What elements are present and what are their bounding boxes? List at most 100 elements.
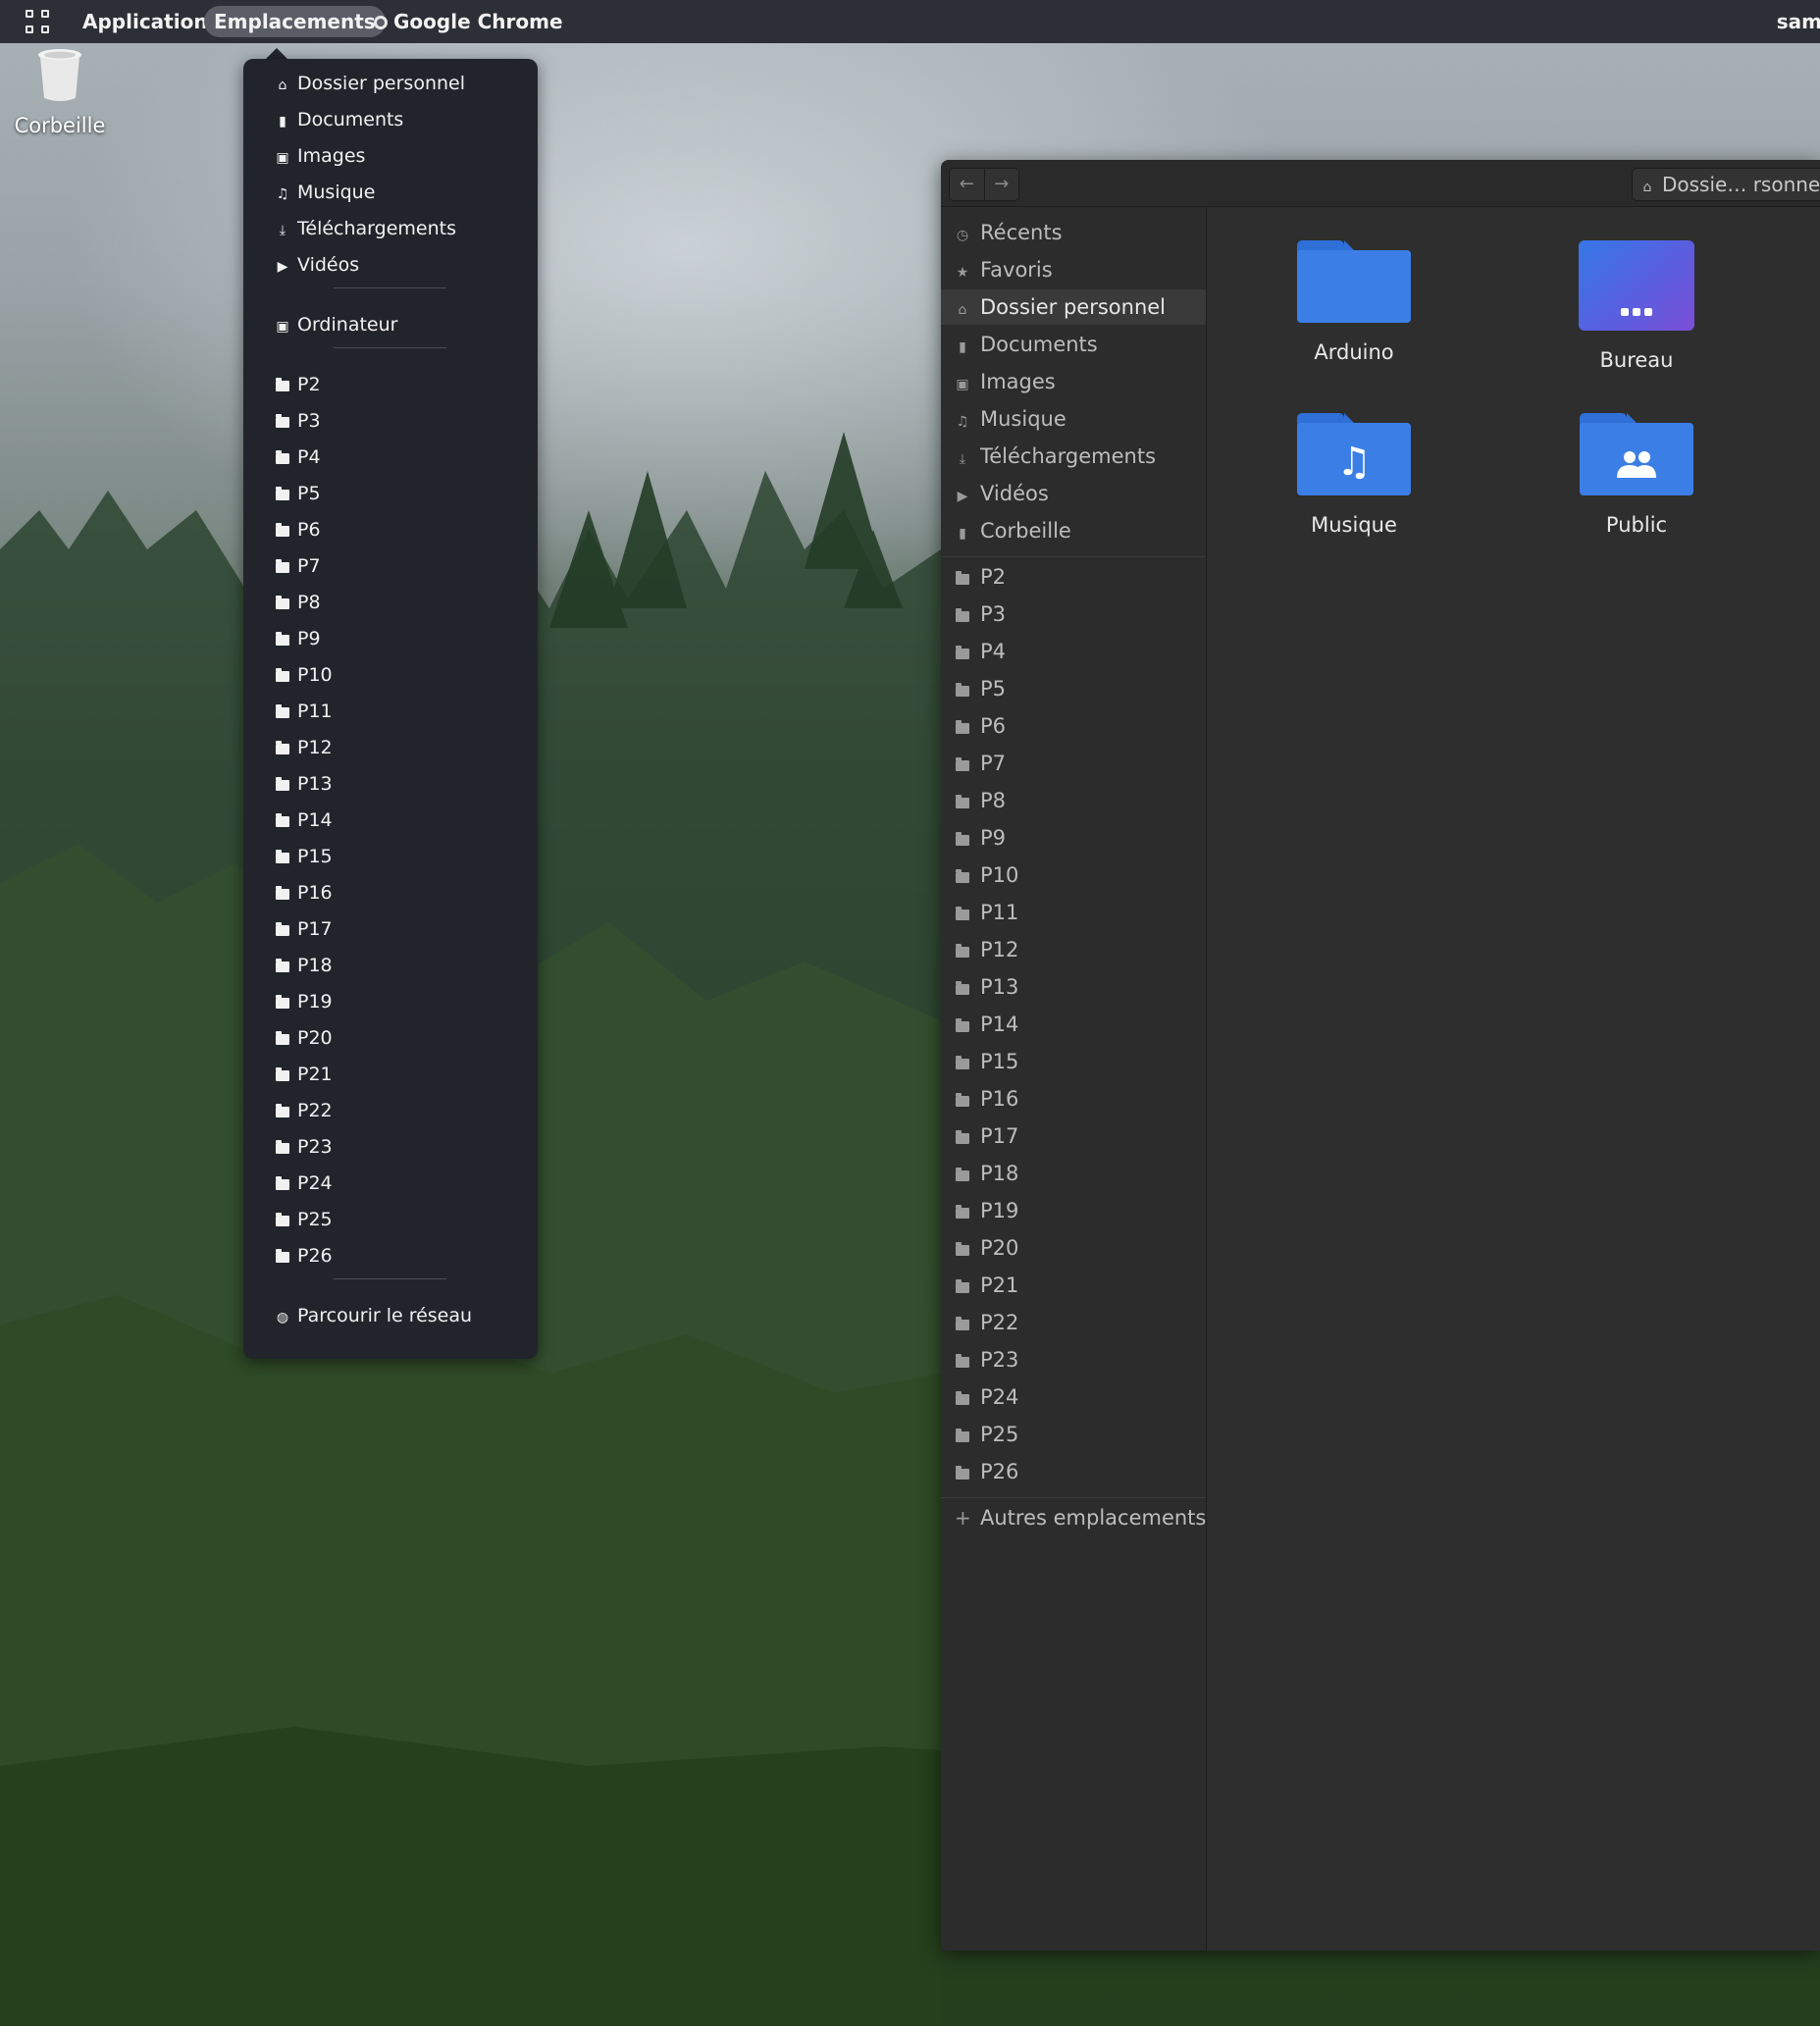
menu-item-bookmark[interactable]: P20 bbox=[275, 1020, 333, 1057]
menu-item-document[interactable]: ▮ Documents bbox=[275, 102, 403, 138]
sidebar-item-bookmark[interactable]: P23 bbox=[941, 1342, 1206, 1377]
menu-item-music[interactable]: ♫ Musique bbox=[275, 175, 376, 211]
back-arrow-icon[interactable]: ← bbox=[950, 169, 984, 200]
sidebar-item-bookmark[interactable]: P12 bbox=[941, 932, 1206, 967]
menu-item-bookmark[interactable]: P21 bbox=[275, 1057, 333, 1093]
sidebar-item-label: Images bbox=[980, 370, 1056, 393]
sidebar-item-music[interactable]: ♫ Musique bbox=[941, 401, 1206, 437]
sidebar-item-bookmark[interactable]: P5 bbox=[941, 671, 1206, 706]
sidebar-item-bookmark[interactable]: P16 bbox=[941, 1081, 1206, 1117]
sidebar-item-bookmark[interactable]: P3 bbox=[941, 597, 1206, 632]
menu-item-bookmark[interactable]: P16 bbox=[275, 875, 333, 911]
sidebar-item-bookmark[interactable]: P26 bbox=[941, 1454, 1206, 1489]
menu-item-bookmark[interactable]: P9 bbox=[275, 621, 321, 657]
menu-item-image[interactable]: ▣ Images bbox=[275, 138, 365, 175]
menu-item-bookmark[interactable]: P12 bbox=[275, 730, 333, 766]
menu-item-bookmark[interactable]: P7 bbox=[275, 548, 321, 585]
file-item[interactable]: Bureau bbox=[1538, 240, 1735, 372]
path-bar[interactable]: ⌂ Dossie… rsonne bbox=[1632, 168, 1820, 201]
sidebar-item-clock[interactable]: ◷ Récents bbox=[941, 215, 1206, 250]
sidebar-item-label: P10 bbox=[980, 863, 1019, 887]
folder-icon bbox=[955, 599, 970, 635]
sidebar-item-bookmark[interactable]: P21 bbox=[941, 1268, 1206, 1303]
file-item[interactable]: Arduino bbox=[1256, 240, 1452, 364]
places-menu[interactable]: Emplacements bbox=[204, 6, 386, 37]
sidebar-item-bookmark[interactable]: P20 bbox=[941, 1230, 1206, 1266]
sidebar-item-video[interactable]: ▶ Vidéos bbox=[941, 476, 1206, 511]
folder-icon bbox=[275, 1131, 290, 1168]
file-item[interactable]: Public bbox=[1538, 413, 1735, 537]
menu-item-bookmark[interactable]: P3 bbox=[275, 403, 321, 440]
sidebar-item-bookmark[interactable]: P19 bbox=[941, 1193, 1206, 1228]
sidebar-item-home[interactable]: ⌂ Dossier personnel bbox=[941, 289, 1206, 325]
menu-item-bookmark[interactable]: P25 bbox=[275, 1202, 333, 1238]
sidebar-item-bookmark[interactable]: P8 bbox=[941, 783, 1206, 818]
sidebar-item-bookmark[interactable]: P24 bbox=[941, 1379, 1206, 1415]
places-popup-menu: ⌂ Dossier personnel ▮ Documents ▣ Images ♫ Musi… bbox=[243, 59, 538, 1359]
path-label: Dossie… rsonne bbox=[1662, 173, 1820, 196]
active-app-menu[interactable]: Google Chrome bbox=[364, 6, 573, 37]
menu-item-bookmark[interactable]: P8 bbox=[275, 585, 321, 621]
sidebar-item-bookmark[interactable]: P11 bbox=[941, 895, 1206, 930]
sidebar-item-label: P15 bbox=[980, 1050, 1019, 1073]
menu-item-bookmark[interactable]: P17 bbox=[275, 911, 333, 948]
sidebar-item-image[interactable]: ▣ Images bbox=[941, 364, 1206, 399]
sidebar-item-bookmark[interactable]: P10 bbox=[941, 857, 1206, 893]
app-grid-icon[interactable] bbox=[26, 10, 51, 35]
folder-icon bbox=[275, 1095, 290, 1131]
sidebar-item-bookmark[interactable]: P7 bbox=[941, 746, 1206, 781]
folder-icon bbox=[955, 898, 970, 933]
sidebar-item-star[interactable]: ★ Favoris bbox=[941, 252, 1206, 287]
folder-icon bbox=[955, 1345, 970, 1380]
document-icon: ▮ bbox=[279, 114, 286, 130]
sidebar-item-other-locations[interactable]: + Autres emplacements bbox=[941, 1500, 1206, 1535]
menu-item-home[interactable]: ⌂ Dossier personnel bbox=[275, 66, 465, 102]
menu-item-computer[interactable]: ▣ Ordinateur bbox=[275, 307, 397, 343]
menu-item-bookmark[interactable]: P4 bbox=[275, 440, 321, 476]
sidebar-item-bookmark[interactable]: P25 bbox=[941, 1417, 1206, 1452]
folder-icon bbox=[955, 674, 970, 709]
sidebar-item-bookmark[interactable]: P6 bbox=[941, 708, 1206, 744]
menu-item-bookmark[interactable]: P10 bbox=[275, 657, 333, 694]
download-icon: ⤓ bbox=[279, 223, 286, 238]
file-item[interactable]: ♫ Musique bbox=[1256, 413, 1452, 537]
desktop-trash[interactable]: Corbeille bbox=[10, 47, 110, 137]
menu-item-network[interactable]: ◍ Parcourir le réseau bbox=[275, 1298, 472, 1334]
forward-arrow-icon[interactable]: → bbox=[983, 169, 1019, 200]
menu-item-bookmark[interactable]: P6 bbox=[275, 512, 321, 548]
menu-item-label: P7 bbox=[297, 555, 321, 577]
menu-item-bookmark[interactable]: P15 bbox=[275, 839, 333, 875]
menu-item-video[interactable]: ▶ Vidéos bbox=[275, 247, 360, 284]
menu-item-bookmark[interactable]: P26 bbox=[275, 1238, 333, 1274]
menu-item-bookmark[interactable]: P11 bbox=[275, 694, 333, 730]
sidebar-item-label: P11 bbox=[980, 901, 1019, 924]
menu-item-label: P21 bbox=[297, 1064, 333, 1085]
menu-item-bookmark[interactable]: P22 bbox=[275, 1093, 333, 1129]
menu-item-bookmark[interactable]: P18 bbox=[275, 948, 333, 984]
menu-item-bookmark[interactable]: P5 bbox=[275, 476, 321, 512]
user-menu[interactable]: sam bbox=[1777, 6, 1820, 37]
sidebar-item-label: P26 bbox=[980, 1460, 1019, 1483]
menu-item-bookmark[interactable]: P2 bbox=[275, 367, 321, 403]
menu-item-bookmark[interactable]: P13 bbox=[275, 766, 333, 803]
sidebar-item-bookmark[interactable]: P9 bbox=[941, 820, 1206, 856]
sidebar-item-bookmark[interactable]: P4 bbox=[941, 634, 1206, 669]
sidebar-item-bookmark[interactable]: P13 bbox=[941, 969, 1206, 1005]
menu-item-download[interactable]: ⤓ Téléchargements bbox=[275, 211, 456, 247]
sidebar-item-bookmark[interactable]: P18 bbox=[941, 1156, 1206, 1191]
menu-item-bookmark[interactable]: P19 bbox=[275, 984, 333, 1020]
menu-item-bookmark[interactable]: P24 bbox=[275, 1166, 333, 1202]
sidebar-item-bookmark[interactable]: P14 bbox=[941, 1007, 1206, 1042]
sidebar-item-bookmark[interactable]: P15 bbox=[941, 1044, 1206, 1079]
sidebar-item-download[interactable]: ⤓ Téléchargements bbox=[941, 439, 1206, 474]
sidebar-item-bookmark[interactable]: P17 bbox=[941, 1118, 1206, 1154]
menu-item-bookmark[interactable]: P14 bbox=[275, 803, 333, 839]
sidebar-item-bookmark[interactable]: P2 bbox=[941, 559, 1206, 595]
sidebar-item-trash[interactable]: ▮ Corbeille bbox=[941, 513, 1206, 548]
folder-icon bbox=[955, 935, 970, 970]
image-icon: ▣ bbox=[956, 377, 969, 392]
menu-item-bookmark[interactable]: P23 bbox=[275, 1129, 333, 1166]
sidebar-item-bookmark[interactable]: P22 bbox=[941, 1305, 1206, 1340]
sidebar-item-document[interactable]: ▮ Documents bbox=[941, 327, 1206, 362]
folder-icon bbox=[955, 1308, 970, 1343]
